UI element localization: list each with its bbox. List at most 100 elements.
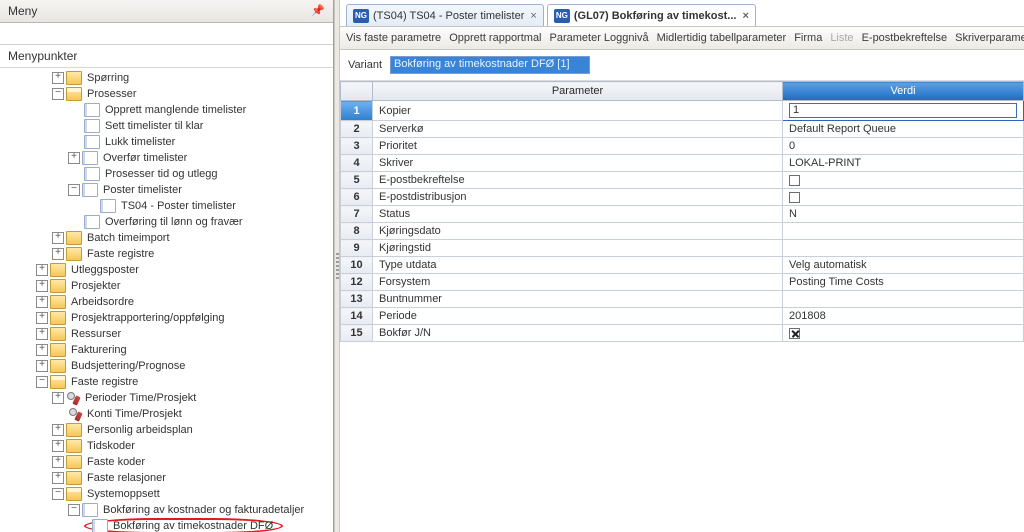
expand-icon[interactable]: + (52, 392, 64, 404)
row-number[interactable]: 4 (341, 155, 373, 172)
expand-icon[interactable]: + (36, 264, 48, 276)
highlighted-tree-item[interactable]: Bokføring av timekostnader DFØ (84, 518, 283, 532)
param-value[interactable]: Posting Time Costs (783, 274, 1024, 291)
tree-item[interactable]: Tidskoder (85, 440, 137, 452)
expand-icon[interactable]: + (52, 72, 64, 84)
tree-item[interactable]: Bokføring av kostnader og fakturadetalje… (101, 504, 306, 516)
splitter[interactable] (334, 0, 340, 532)
collapse-icon[interactable]: − (68, 184, 80, 196)
row-number[interactable]: 10 (341, 257, 373, 274)
param-value[interactable] (783, 291, 1024, 308)
param-value[interactable]: Default Report Queue (783, 121, 1024, 138)
param-value[interactable]: N (783, 206, 1024, 223)
tree-item[interactable]: Faste registre (85, 248, 156, 260)
row-number[interactable]: 6 (341, 189, 373, 206)
document-icon (82, 503, 98, 517)
tree-item[interactable]: Arbeidsordre (69, 296, 136, 308)
tree-item[interactable]: Opprett manglende timelister (103, 104, 248, 116)
tree-item[interactable]: Konti Time/Prosjekt (85, 408, 184, 420)
close-icon[interactable]: × (530, 10, 536, 22)
param-value[interactable]: Velg automatisk (783, 257, 1024, 274)
expand-icon[interactable]: + (52, 440, 64, 452)
expand-icon[interactable]: + (52, 232, 64, 244)
row-number[interactable]: 15 (341, 325, 373, 342)
tree-item[interactable]: Faste koder (85, 456, 147, 468)
checkbox[interactable] (789, 175, 800, 186)
param-value[interactable] (783, 223, 1024, 240)
row-number[interactable]: 9 (341, 240, 373, 257)
row-number[interactable]: 7 (341, 206, 373, 223)
tree-item[interactable]: TS04 - Poster timelister (119, 200, 238, 212)
param-value[interactable]: 0 (783, 138, 1024, 155)
expand-icon[interactable]: + (36, 360, 48, 372)
row-number[interactable]: 8 (341, 223, 373, 240)
tree-item[interactable]: Systemoppsett (85, 488, 162, 500)
collapse-icon[interactable]: − (52, 488, 64, 500)
expand-icon[interactable]: + (52, 472, 64, 484)
expand-icon[interactable]: + (36, 312, 48, 324)
expand-icon[interactable]: + (52, 248, 64, 260)
close-icon[interactable]: × (742, 10, 748, 22)
menu-item[interactable]: Midlertidig tabellparameter (657, 32, 787, 44)
param-value[interactable]: 201808 (783, 308, 1024, 325)
menu-item[interactable]: Firma (794, 32, 822, 44)
pin-icon[interactable]: 📌 (311, 4, 325, 18)
tree-item[interactable]: Lukk timelister (103, 136, 177, 148)
param-value[interactable] (783, 240, 1024, 257)
tab-ts04[interactable]: NG (TS04) TS04 - Poster timelister × (346, 4, 544, 26)
checkbox[interactable] (789, 192, 800, 203)
row-number[interactable]: 5 (341, 172, 373, 189)
tree-item[interactable]: Faste relasjoner (85, 472, 168, 484)
tree-item[interactable]: Faste registre (69, 376, 140, 388)
expand-icon[interactable]: + (52, 424, 64, 436)
tree-item[interactable]: Budsjettering/Prognose (69, 360, 187, 372)
column-header-parameter[interactable]: Parameter (373, 82, 783, 101)
expand-icon[interactable]: + (36, 344, 48, 356)
tree-item[interactable]: Prosjekter (69, 280, 123, 292)
menu-tree[interactable]: + Spørring − Prosesser Opprett manglende t… (0, 68, 333, 532)
checkbox-checked[interactable] (789, 328, 800, 339)
param-value[interactable]: LOKAL-PRINT (783, 155, 1024, 172)
menu-item[interactable]: Parameter Loggnivå (550, 32, 649, 44)
expand-icon[interactable]: + (36, 328, 48, 340)
param-value[interactable] (783, 172, 1024, 189)
tree-item[interactable]: Prosesser tid og utlegg (103, 168, 220, 180)
menu-item[interactable]: Vis faste parametre (346, 32, 441, 44)
tab-gl07[interactable]: NG (GL07) Bokføring av timekost... × (547, 4, 756, 26)
expand-icon[interactable]: + (36, 280, 48, 292)
tree-item[interactable]: Fakturering (69, 344, 129, 356)
tree-item[interactable]: Spørring (85, 72, 131, 84)
expand-icon[interactable]: + (68, 152, 80, 164)
tree-item[interactable]: Poster timelister (101, 184, 184, 196)
row-number[interactable]: 3 (341, 138, 373, 155)
tree-item[interactable]: Ressurser (69, 328, 123, 340)
collapse-icon[interactable]: − (36, 376, 48, 388)
variant-input[interactable]: Bokføring av timekostnader DFØ [1] (390, 56, 590, 74)
param-value[interactable] (783, 325, 1024, 342)
tree-item[interactable]: Prosesser (85, 88, 139, 100)
row-number[interactable]: 12 (341, 274, 373, 291)
collapse-icon[interactable]: − (68, 504, 80, 516)
row-number[interactable]: 13 (341, 291, 373, 308)
param-value[interactable]: 1 (783, 101, 1024, 121)
tree-item[interactable]: Personlig arbeidsplan (85, 424, 195, 436)
expand-icon[interactable]: + (36, 296, 48, 308)
column-header-value[interactable]: Verdi (783, 82, 1024, 101)
tree-item[interactable]: Perioder Time/Prosjekt (83, 392, 198, 404)
row-header-corner (341, 82, 373, 101)
tree-item[interactable]: Utleggsposter (69, 264, 141, 276)
expand-icon[interactable]: + (52, 456, 64, 468)
tree-item[interactable]: Batch timeimport (85, 232, 172, 244)
row-number[interactable]: 14 (341, 308, 373, 325)
tree-item[interactable]: Overføring til lønn og fravær (103, 216, 245, 228)
tree-item[interactable]: Overfør timelister (101, 152, 189, 164)
menu-item[interactable]: E-postbekreftelse (862, 32, 948, 44)
tree-item[interactable]: Sett timelister til klar (103, 120, 205, 132)
menu-item[interactable]: Opprett rapportmal (449, 32, 541, 44)
collapse-icon[interactable]: − (52, 88, 64, 100)
tree-item[interactable]: Prosjektrapportering/oppfølging (69, 312, 226, 324)
menu-item[interactable]: Skriverparametre (955, 32, 1024, 44)
param-value[interactable] (783, 189, 1024, 206)
row-number[interactable]: 2 (341, 121, 373, 138)
row-number[interactable]: 1 (341, 101, 373, 121)
